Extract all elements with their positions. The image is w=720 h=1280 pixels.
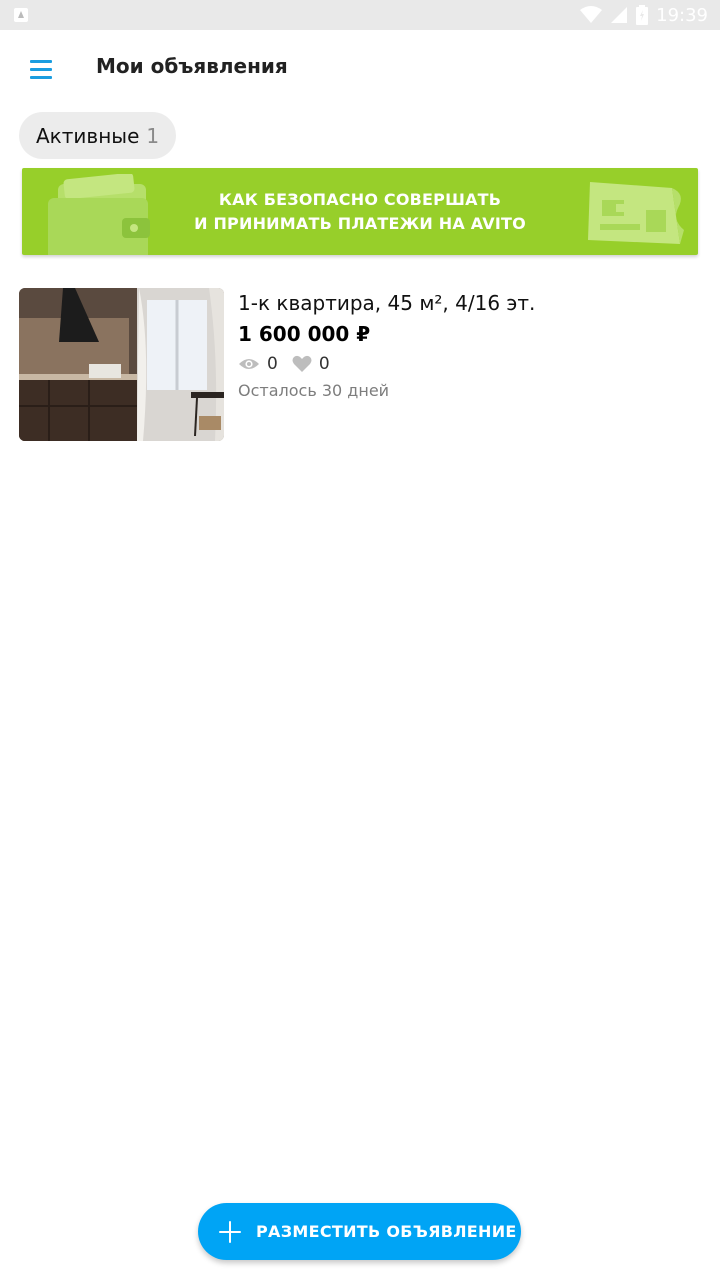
plus-icon: [219, 1221, 241, 1243]
eye-icon: [239, 359, 259, 369]
views-count: 0: [267, 354, 278, 374]
status-bar: 19:39: [0, 0, 720, 30]
listing-stats: 0 0: [238, 350, 535, 378]
wifi-icon: [580, 6, 603, 23]
menu-icon[interactable]: [30, 54, 68, 84]
listing-title: 1-к квартира, 45 м², 4/16 эт.: [238, 291, 536, 315]
status-time: 19:39: [656, 4, 708, 26]
notification-icon: [14, 8, 28, 22]
battery-icon: [636, 5, 649, 25]
listing-photo: [19, 288, 224, 441]
listing-item[interactable]: 1-к квартира, 45 м², 4/16 эт. 1 600 000 …: [19, 288, 709, 441]
tab-active-count: 1: [146, 123, 160, 148]
listing-price: 1 600 000 ₽: [238, 322, 371, 346]
listing-info: 1-к квартира, 45 м², 4/16 эт. 1 600 000 …: [238, 288, 535, 404]
tab-active-label: Активные: [36, 123, 140, 148]
card-icon: [588, 182, 684, 244]
page-title: Мои объявления: [96, 54, 288, 78]
safe-payments-banner[interactable]: КАК БЕЗОПАСНО СОВЕРШАТЬ И ПРИНИМАТЬ ПЛАТ…: [22, 168, 698, 255]
heart-icon: [292, 355, 312, 372]
post-ad-label: РАЗМЕСТИТЬ ОБЪЯВЛЕНИЕ: [256, 1222, 517, 1241]
signal-icon: [611, 7, 628, 23]
post-ad-button[interactable]: РАЗМЕСТИТЬ ОБЪЯВЛЕНИЕ: [198, 1203, 521, 1260]
tab-active[interactable]: Активные 1: [19, 112, 177, 159]
favorites-count: 0: [318, 354, 330, 374]
app-bar: Мои объявления: [0, 30, 720, 110]
listing-remaining: Осталось 30 дней: [238, 381, 390, 400]
